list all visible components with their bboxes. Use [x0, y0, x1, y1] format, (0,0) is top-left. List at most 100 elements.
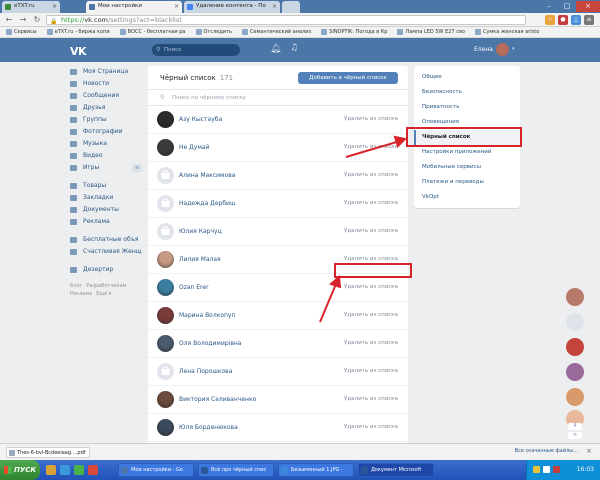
star-icon[interactable]: ☆: [545, 15, 555, 25]
new-tab-button[interactable]: [282, 1, 300, 13]
quicklaunch-icon[interactable]: [60, 465, 70, 475]
quicklaunch-icon[interactable]: [74, 465, 84, 475]
user-name-link[interactable]: Марина Волкопуп: [179, 312, 235, 319]
sidebar-item-groups[interactable]: Группы: [68, 114, 144, 126]
footer-link-ads[interactable]: Реклама: [70, 291, 92, 297]
settings-menu-item[interactable]: Общее: [414, 70, 520, 85]
sidebar-item-news[interactable]: Новости: [68, 78, 144, 90]
bookmark-item[interactable]: Лампа LED 5W E27 сво: [397, 27, 465, 37]
remove-from-list-link[interactable]: Удалить из списка: [344, 340, 398, 346]
remove-from-list-link[interactable]: Удалить из списка: [344, 396, 398, 402]
taskbar-item[interactable]: Мои настройки - Go: [118, 463, 194, 477]
avatar[interactable]: [157, 139, 174, 156]
chat-avatar[interactable]: [566, 363, 584, 381]
tray-icon[interactable]: [553, 466, 560, 473]
back-icon[interactable]: ←: [4, 15, 14, 25]
remove-from-list-link[interactable]: Удалить из списка: [344, 200, 398, 206]
reload-icon[interactable]: ↻: [32, 15, 42, 25]
avatar[interactable]: [157, 111, 174, 128]
user-name-link[interactable]: Лилия Малая: [179, 256, 221, 263]
sidebar-item-goods[interactable]: Товары: [68, 180, 144, 192]
footer-link-more[interactable]: Ещё ▾: [96, 291, 111, 297]
sidebar-item-my-page[interactable]: Моя Страница: [68, 66, 144, 78]
avatar[interactable]: [157, 419, 174, 436]
close-tab-icon[interactable]: ×: [272, 3, 277, 10]
tab-google[interactable]: Удаление контента - По ×: [184, 1, 280, 13]
bookmark-item[interactable]: ВОСС - бесплатная ра: [119, 27, 186, 37]
start-button[interactable]: ПУСК: [0, 460, 40, 480]
sidebar-item-deserter[interactable]: Дезертир: [68, 264, 144, 276]
chat-avatar[interactable]: [566, 338, 584, 356]
maximize-icon[interactable]: □: [558, 1, 576, 12]
tray-icon[interactable]: [533, 466, 540, 473]
settings-menu-item[interactable]: VkOpt: [414, 190, 520, 205]
avatar[interactable]: [157, 251, 174, 268]
taskbar-item[interactable]: Безымянный 1.JPG -: [278, 463, 354, 477]
sidebar-item-bookmarks[interactable]: Закладки: [68, 192, 144, 204]
taskbar-item[interactable]: Всё про чёрный спис: [198, 463, 274, 477]
remove-from-list-link[interactable]: Удалить из списка: [344, 172, 398, 178]
remove-from-list-link[interactable]: Удалить из списка: [344, 256, 398, 262]
sidebar-item-happy-woman[interactable]: Счастливая Женщ: [68, 246, 144, 258]
user-name-link[interactable]: Лена Порошкова: [179, 368, 232, 375]
bookmark-item[interactable]: SINOPTIK: Погода в Кр: [321, 27, 387, 37]
chat-avatar[interactable]: [566, 288, 584, 306]
footer-link-blog[interactable]: Блог: [70, 283, 82, 289]
user-name-link[interactable]: Азу Кыстауба: [179, 116, 222, 123]
sidebar-item-documents[interactable]: Документы: [68, 204, 144, 216]
deleted-user-avatar[interactable]: [157, 195, 174, 212]
user-name-link[interactable]: Юля Борденюкова: [179, 424, 238, 431]
avatar[interactable]: [157, 307, 174, 324]
user-name[interactable]: Елена: [474, 46, 493, 53]
chat-avatar[interactable]: [566, 313, 584, 331]
settings-menu-item[interactable]: Платежи и переводы: [414, 175, 520, 190]
chat-avatar[interactable]: [566, 388, 584, 406]
close-tab-icon[interactable]: ×: [174, 3, 179, 10]
vk-search-input[interactable]: ⚲ Поиск: [152, 44, 240, 56]
user-name-link[interactable]: Надежда Дербиш: [179, 200, 235, 207]
vk-logo[interactable]: VK: [70, 45, 87, 58]
tab-vk-settings[interactable]: Мои настройки ×: [86, 1, 182, 13]
remove-from-list-link[interactable]: Удалить из списка: [344, 424, 398, 430]
bookmark-item[interactable]: Сумка женская aristo: [474, 27, 539, 37]
games-menu-icon[interactable]: ≡: [132, 164, 142, 172]
sidebar-item-free-ads[interactable]: Бесплатные объя: [68, 234, 144, 246]
tray-icon[interactable]: [543, 466, 550, 473]
forward-icon[interactable]: →: [18, 15, 28, 25]
blacklist-search-input[interactable]: ⚲ Поиск по чёрному списку: [148, 90, 408, 106]
extension-icon[interactable]: ●: [558, 15, 568, 25]
sidebar-item-photos[interactable]: Фотографии: [68, 126, 144, 138]
music-note-icon[interactable]: ♫: [290, 43, 298, 53]
remove-from-list-link[interactable]: Удалить из списка: [344, 228, 398, 234]
user-name-link[interactable]: Алина Максимова: [179, 172, 235, 179]
notifications-bell-icon[interactable]: 🔔︎: [270, 44, 281, 54]
show-all-downloads-link[interactable]: Все скачанные файлы...: [515, 448, 578, 454]
extension-icon[interactable]: △: [571, 15, 581, 25]
settings-menu-item[interactable]: Безопасность: [414, 85, 520, 100]
sidebar-item-music[interactable]: Музыка: [68, 138, 144, 150]
user-name-link[interactable]: Не Думай: [179, 144, 209, 151]
minimize-icon[interactable]: –: [540, 1, 558, 12]
bookmark-item[interactable]: Отследить: [195, 27, 232, 37]
close-tab-icon[interactable]: ×: [52, 3, 57, 10]
close-icon[interactable]: ×: [586, 447, 592, 455]
settings-menu-item[interactable]: Настройки приложений: [414, 145, 520, 160]
remove-from-list-link[interactable]: Удалить из списка: [344, 116, 398, 122]
footer-link-developers[interactable]: Разработчикам: [86, 283, 126, 289]
side-chat-settings-icon[interactable]: ≡: [568, 432, 582, 439]
user-name-link[interactable]: Оля Володимирівна: [179, 340, 241, 347]
url-input[interactable]: 🔒 https://vk.com/settings?act=blacklist: [46, 15, 526, 25]
avatar[interactable]: [157, 391, 174, 408]
add-to-blacklist-button[interactable]: Добавить в чёрный список: [298, 72, 398, 84]
avatar[interactable]: [496, 43, 509, 56]
chevron-down-icon[interactable]: ▾: [512, 46, 515, 52]
settings-menu-item[interactable]: Мобильные сервисы: [414, 160, 520, 175]
quicklaunch-icon[interactable]: [88, 465, 98, 475]
download-item[interactable]: Thes-6-bvl-Bcdeeiaag....pdf: [6, 447, 90, 458]
remove-from-list-link[interactable]: Удалить из списка: [344, 368, 398, 374]
user-name-link[interactable]: Виктория Селиванченко: [179, 396, 256, 403]
bookmark-item[interactable]: Сервисы: [6, 27, 37, 37]
sidebar-item-messages[interactable]: Сообщения: [68, 90, 144, 102]
menu-icon[interactable]: ≡: [584, 15, 594, 25]
sidebar-item-ads[interactable]: Реклама: [68, 216, 144, 228]
